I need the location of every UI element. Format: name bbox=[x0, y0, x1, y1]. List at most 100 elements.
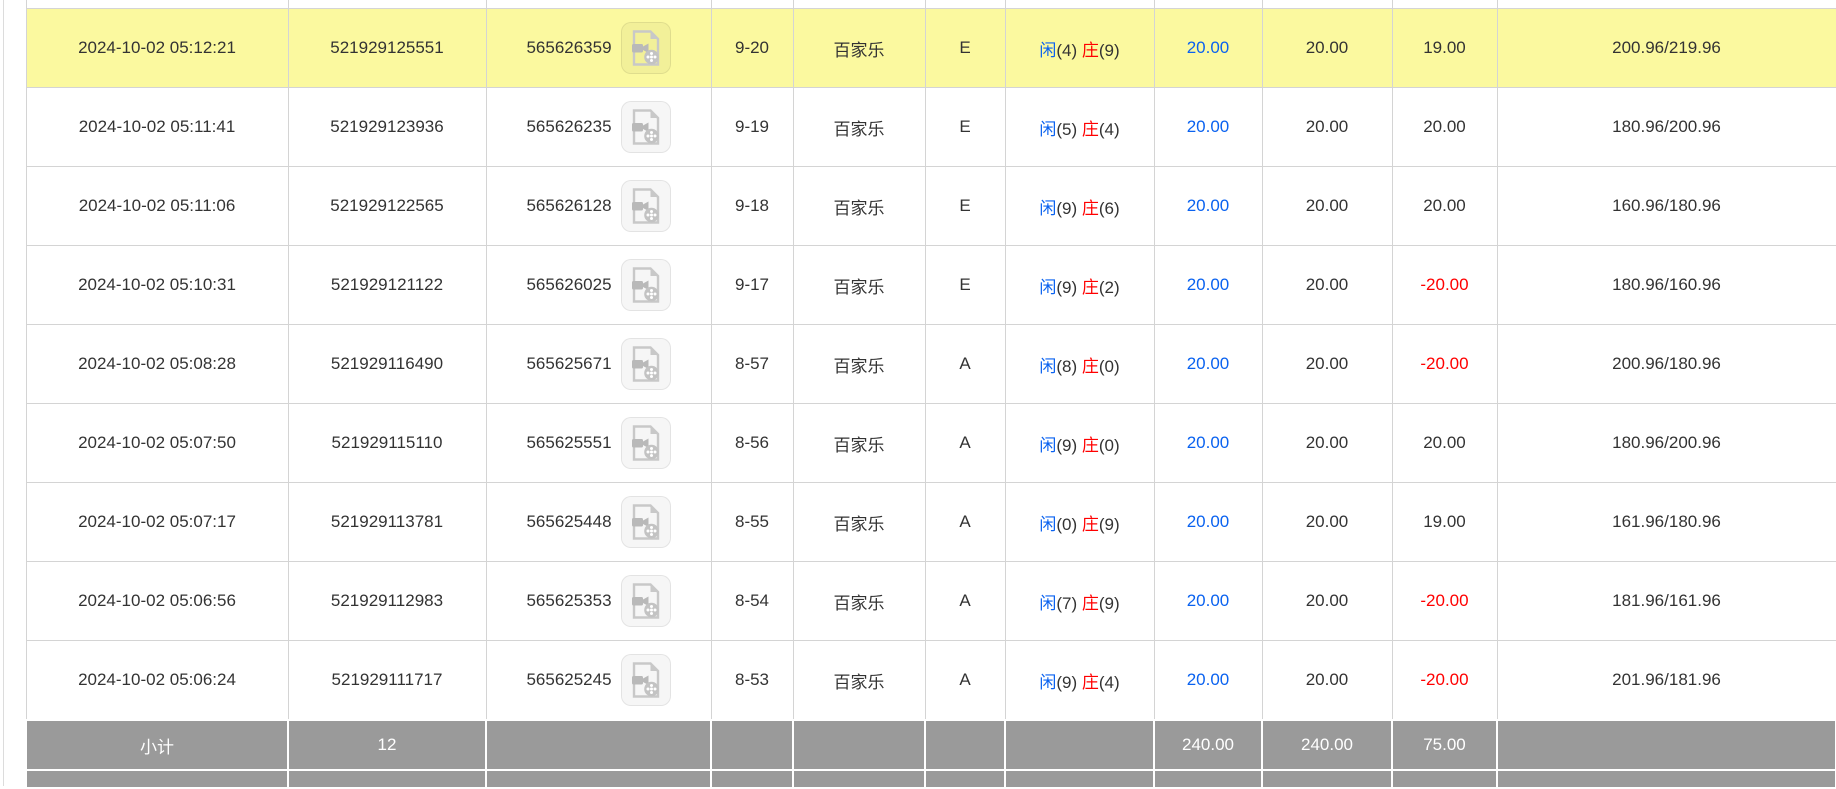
bet-amount-link[interactable]: 20.00 bbox=[1187, 670, 1230, 689]
result-banker-label: 庄 bbox=[1082, 515, 1099, 534]
clipped-cell bbox=[1392, 0, 1497, 9]
bet-records-table: 2024-10-02 05:12:21521929125551565626359… bbox=[25, 0, 1836, 789]
result-banker-count: (0) bbox=[1099, 357, 1120, 376]
cell-game-name: 百家乐 bbox=[793, 325, 925, 404]
bet-amount-link[interactable]: 20.00 bbox=[1187, 38, 1230, 57]
cell-game-id: 565626128 bbox=[486, 167, 711, 246]
cell-time: 2024-10-02 05:11:06 bbox=[26, 167, 288, 246]
clipped-cell bbox=[1497, 0, 1836, 9]
bet-amount-link[interactable]: 20.00 bbox=[1187, 354, 1230, 373]
cell-time: 2024-10-02 05:07:17 bbox=[26, 483, 288, 562]
result-banker-count: (9) bbox=[1099, 594, 1120, 613]
video-replay-button[interactable] bbox=[621, 417, 671, 469]
result-banker-count: (0) bbox=[1099, 436, 1120, 455]
cell-game-name: 百家乐 bbox=[793, 167, 925, 246]
video-replay-button[interactable] bbox=[621, 496, 671, 548]
cell-balance: 180.96/160.96 bbox=[1497, 246, 1836, 325]
cell-order-id: 521929123936 bbox=[288, 88, 486, 167]
video-replay-button[interactable] bbox=[621, 575, 671, 627]
video-replay-button[interactable] bbox=[621, 22, 671, 74]
subtotal-row: 小计 12 240.00 240.00 75.00 bbox=[26, 720, 1836, 770]
subtotal-empty-cell bbox=[793, 720, 925, 770]
cell-order-id: 521929113781 bbox=[288, 483, 486, 562]
game-id-with-replay: 565625551 bbox=[487, 417, 711, 469]
subtotal-label: 小计 bbox=[26, 720, 288, 770]
video-replay-button[interactable] bbox=[621, 101, 671, 153]
cell-round: 8-55 bbox=[711, 483, 793, 562]
cell-table-code: E bbox=[925, 9, 1005, 88]
bet-amount-link[interactable]: 20.00 bbox=[1187, 196, 1230, 215]
result-player-count: (7) bbox=[1056, 594, 1082, 613]
cell-time: 2024-10-02 05:06:24 bbox=[26, 641, 288, 721]
cell-win-loss: -20.00 bbox=[1392, 562, 1497, 641]
cell-game-id: 565625671 bbox=[486, 325, 711, 404]
subtotal-empty-cell bbox=[1497, 720, 1836, 770]
cell-game-name: 百家乐 bbox=[793, 88, 925, 167]
table-row: 2024-10-02 05:06:56521929112983565625353… bbox=[26, 562, 1836, 641]
table-row: 2024-10-02 05:07:17521929113781565625448… bbox=[26, 483, 1836, 562]
video-replay-button[interactable] bbox=[621, 654, 671, 706]
clipped-cell bbox=[1262, 0, 1392, 9]
video-replay-button[interactable] bbox=[621, 338, 671, 390]
cell-order-id: 521929115110 bbox=[288, 404, 486, 483]
bet-amount-link[interactable]: 20.00 bbox=[1187, 433, 1230, 452]
result-player-label: 闲 bbox=[1039, 673, 1056, 692]
game-id-with-replay: 565626128 bbox=[487, 180, 711, 232]
subtotal-empty-cell bbox=[1005, 720, 1154, 770]
cell-balance: 181.96/161.96 bbox=[1497, 562, 1836, 641]
result-player-label: 闲 bbox=[1039, 120, 1056, 139]
video-replay-button[interactable] bbox=[621, 259, 671, 311]
cell-game-name: 百家乐 bbox=[793, 562, 925, 641]
result-player-label: 闲 bbox=[1039, 278, 1056, 297]
cell-round: 8-57 bbox=[711, 325, 793, 404]
table-row: 2024-10-02 05:08:28521929116490565625671… bbox=[26, 325, 1836, 404]
cell-valid-amount: 20.00 bbox=[1262, 641, 1392, 721]
clipped-cell bbox=[1262, 770, 1392, 788]
result-banker-count: (4) bbox=[1099, 673, 1120, 692]
cell-result: 闲(5) 庄(4) bbox=[1005, 88, 1154, 167]
clipped-cell bbox=[711, 770, 793, 788]
cell-bet-amount: 20.00 bbox=[1154, 483, 1262, 562]
subtotal-count: 12 bbox=[288, 720, 486, 770]
cell-table-code: A bbox=[925, 483, 1005, 562]
cell-game-id: 565626359 bbox=[486, 9, 711, 88]
cell-table-code: A bbox=[925, 325, 1005, 404]
bet-amount-link[interactable]: 20.00 bbox=[1187, 591, 1230, 610]
records-tbody: 2024-10-02 05:12:21521929125551565626359… bbox=[26, 0, 1836, 720]
cell-result: 闲(0) 庄(9) bbox=[1005, 483, 1154, 562]
result-player-count: (9) bbox=[1056, 673, 1082, 692]
clipped-cell bbox=[288, 770, 486, 788]
clipped-cell bbox=[1497, 770, 1836, 788]
bet-amount-link[interactable]: 20.00 bbox=[1187, 117, 1230, 136]
clipped-total-row bbox=[26, 770, 1836, 788]
game-id-with-replay: 565626025 bbox=[487, 259, 711, 311]
cell-table-code: A bbox=[925, 404, 1005, 483]
cell-result: 闲(9) 庄(2) bbox=[1005, 246, 1154, 325]
cell-bet-amount: 20.00 bbox=[1154, 404, 1262, 483]
cell-time: 2024-10-02 05:07:50 bbox=[26, 404, 288, 483]
result-player-count: (4) bbox=[1056, 41, 1082, 60]
video-file-icon bbox=[631, 425, 661, 461]
game-id-text: 565626235 bbox=[526, 117, 611, 137]
result-player-count: (0) bbox=[1056, 515, 1082, 534]
cell-valid-amount: 20.00 bbox=[1262, 88, 1392, 167]
cell-bet-amount: 20.00 bbox=[1154, 9, 1262, 88]
cell-order-id: 521929121122 bbox=[288, 246, 486, 325]
clipped-cell bbox=[925, 0, 1005, 9]
bet-amount-link[interactable]: 20.00 bbox=[1187, 275, 1230, 294]
cell-order-id: 521929116490 bbox=[288, 325, 486, 404]
cell-balance: 200.96/180.96 bbox=[1497, 325, 1836, 404]
cell-result: 闲(9) 庄(0) bbox=[1005, 404, 1154, 483]
cell-game-name: 百家乐 bbox=[793, 641, 925, 721]
cell-balance: 180.96/200.96 bbox=[1497, 88, 1836, 167]
page-edge-divider bbox=[3, 0, 4, 786]
win-loss-value: -20.00 bbox=[1420, 354, 1468, 373]
bet-amount-link[interactable]: 20.00 bbox=[1187, 512, 1230, 531]
game-id-text: 565626359 bbox=[526, 38, 611, 58]
video-file-icon bbox=[631, 267, 661, 303]
video-replay-button[interactable] bbox=[621, 180, 671, 232]
result-banker-count: (2) bbox=[1099, 278, 1120, 297]
cell-win-loss: -20.00 bbox=[1392, 641, 1497, 721]
cell-game-id: 565625448 bbox=[486, 483, 711, 562]
subtotal-bet-amount: 240.00 bbox=[1154, 720, 1262, 770]
